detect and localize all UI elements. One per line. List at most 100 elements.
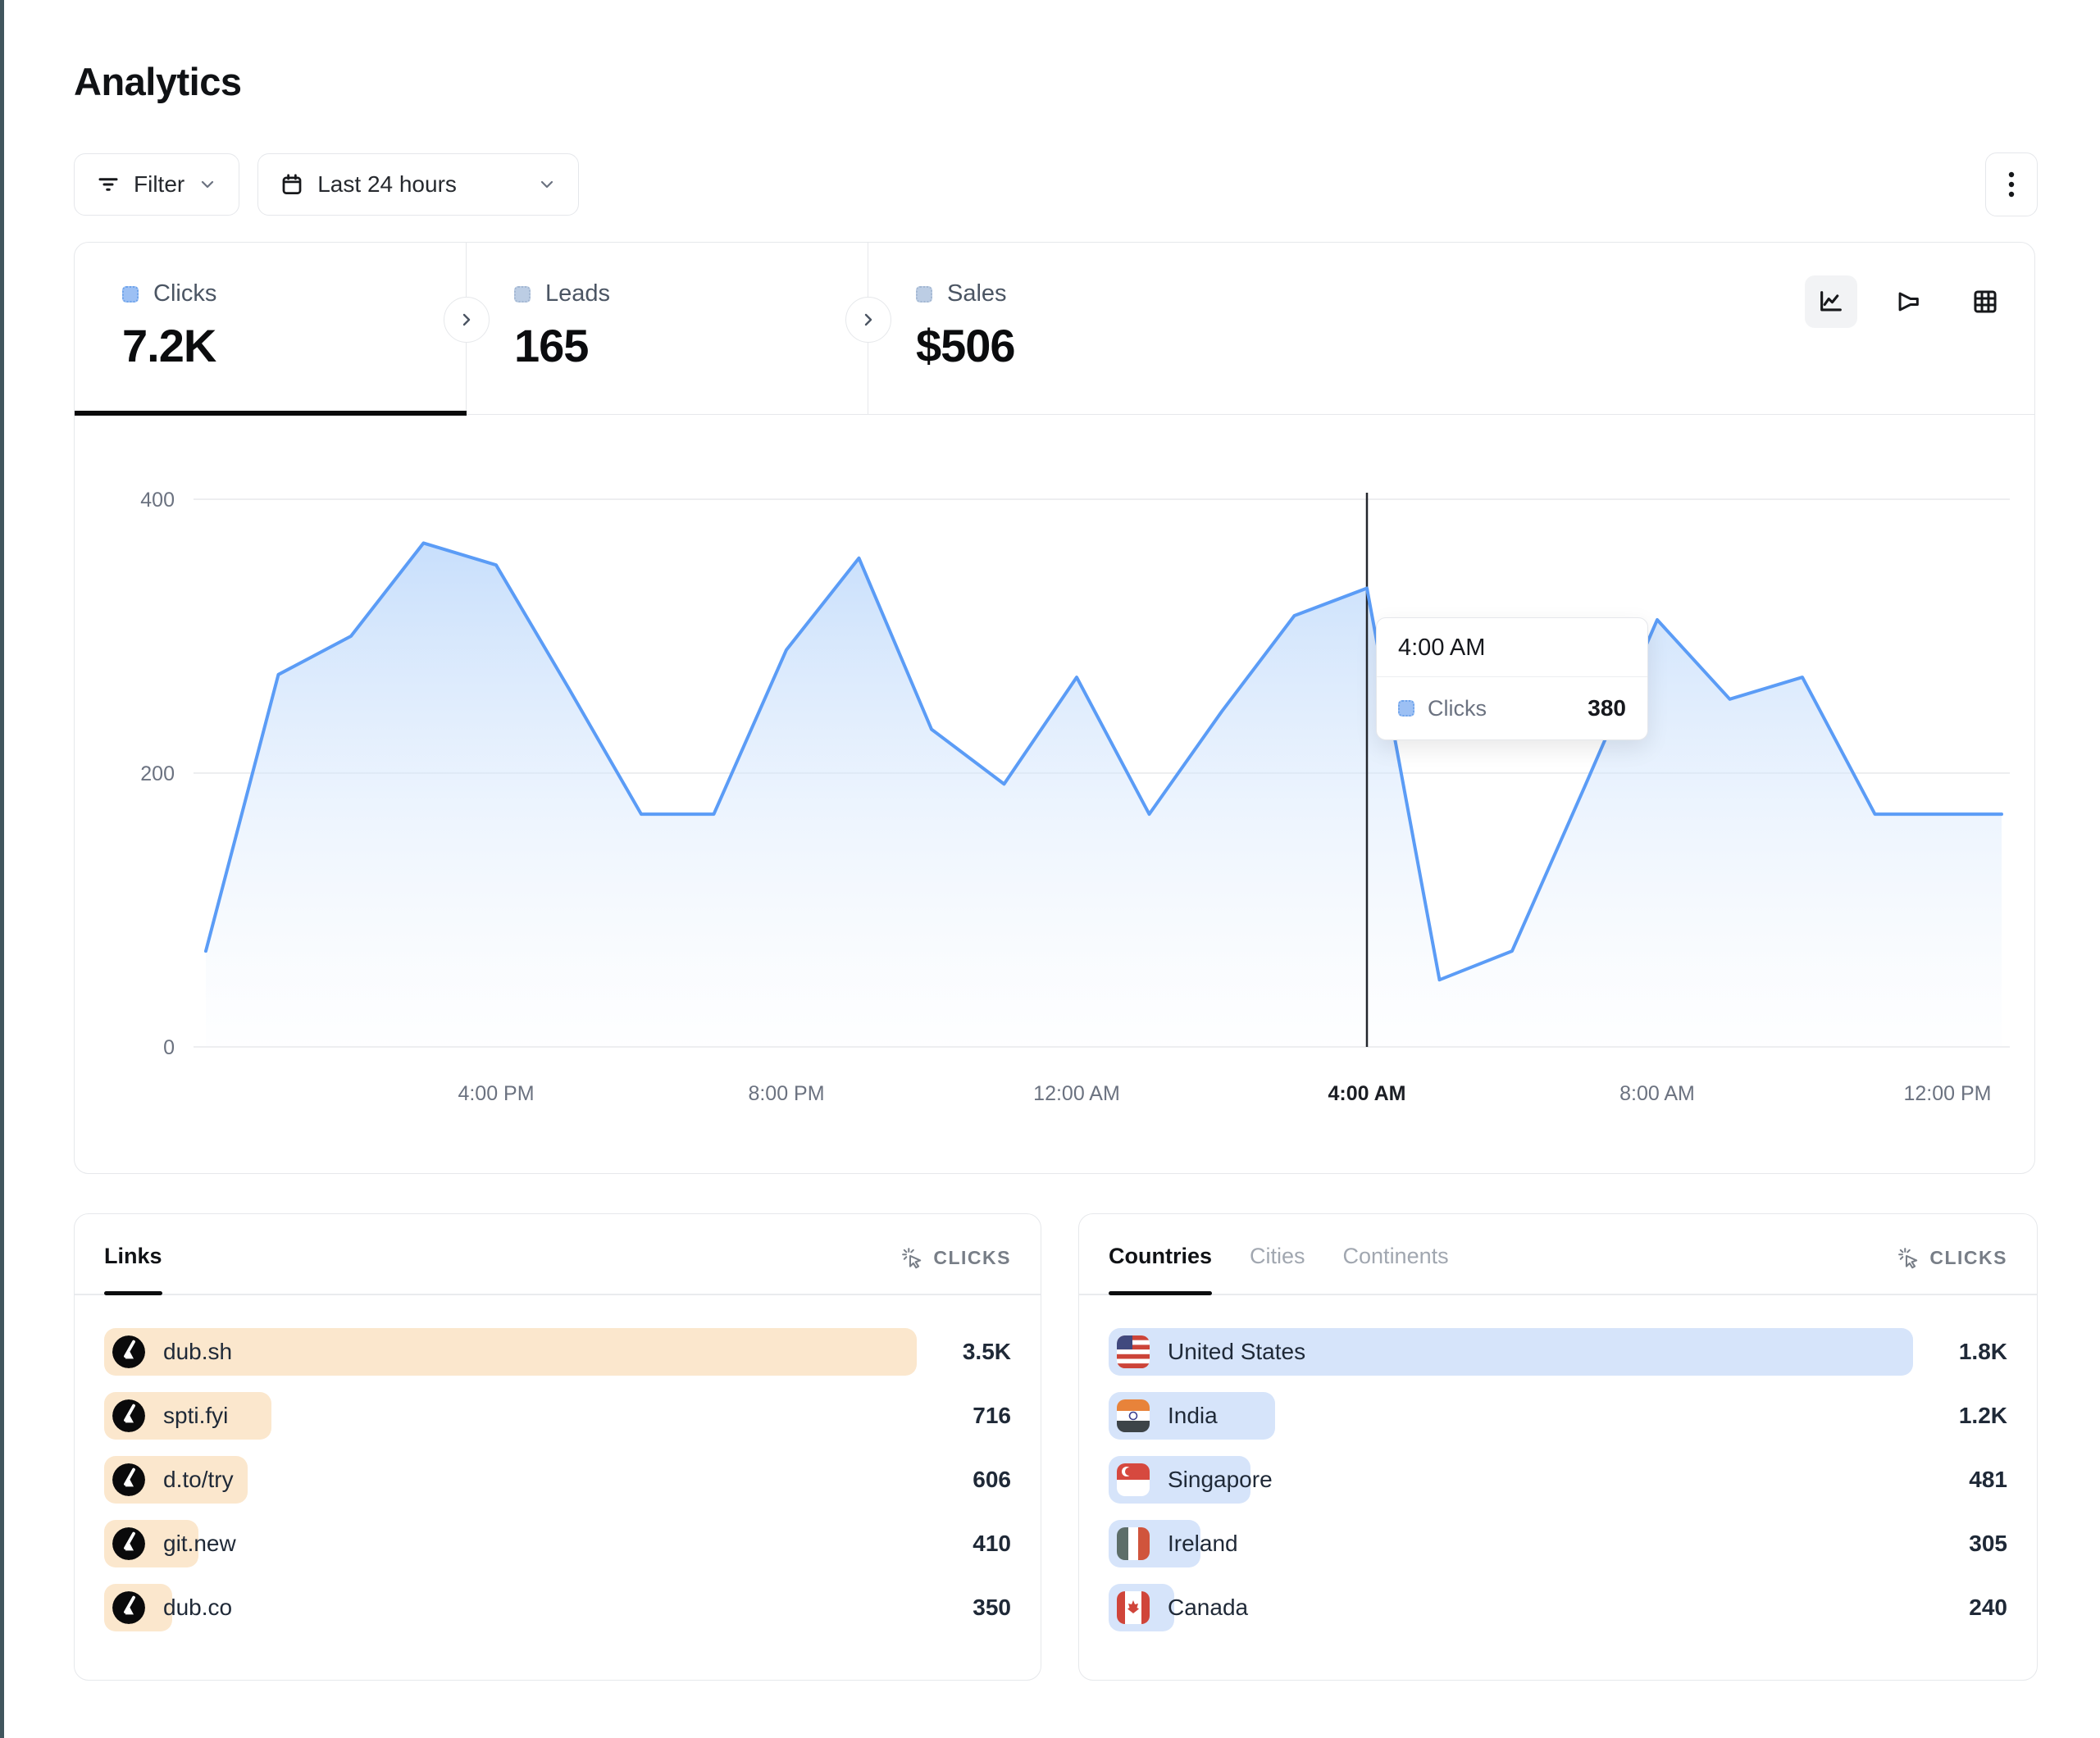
leads-legend-swatch [514, 286, 531, 303]
country-row[interactable]: United States 1.8K [1109, 1328, 2007, 1376]
bar-track: dub.sh [104, 1328, 917, 1376]
row-value: 305 [1913, 1531, 2007, 1557]
clicks-area-chart[interactable]: 02004004:00 PM8:00 PM12:00 AM4:00 AM8:00… [75, 415, 2034, 1173]
stats-row: Clicks 7.2K Leads 165 Sales $506 [75, 243, 2034, 415]
link-row[interactable]: git.new 410 [104, 1520, 1011, 1567]
funnel-icon [1894, 288, 1922, 316]
more-options-button[interactable] [1985, 152, 2038, 216]
dub-logo-icon [112, 1399, 145, 1432]
stat-tab-leads[interactable]: Leads 165 [467, 243, 868, 415]
ca-flag-icon [1117, 1591, 1150, 1624]
tab-cities[interactable]: Cities [1250, 1244, 1305, 1294]
row-label: dub.co [163, 1595, 232, 1621]
analytics-card: Clicks 7.2K Leads 165 Sales $506 [74, 242, 2035, 1174]
geo-metric-header[interactable]: CLICKS [1897, 1244, 2007, 1269]
tooltip-time: 4:00 AM [1377, 618, 1647, 677]
chart-canvas[interactable]: 02004004:00 PM8:00 PM12:00 AM4:00 AM8:00… [75, 415, 2034, 1173]
row-value: 1.2K [1913, 1403, 2007, 1429]
chevron-right-icon [457, 310, 476, 330]
y-axis-tick-label: 400 [140, 489, 175, 512]
tooltip-series-label: Clicks [1428, 696, 1487, 721]
metric-label: CLICKS [933, 1247, 1011, 1269]
country-row[interactable]: Ireland 305 [1109, 1520, 2007, 1567]
analytics-page: Analytics Filter Last 24 hours [74, 0, 2038, 1738]
clicks-area-fill [206, 543, 2002, 1047]
row-label: dub.sh [163, 1339, 232, 1365]
bar-track: dub.co [104, 1584, 917, 1631]
links-list: dub.sh 3.5K spti.fyi 716 d.to/try 606 git.new 4… [75, 1295, 1041, 1631]
row-label: India [1168, 1403, 1218, 1429]
table-view-toggle[interactable] [1959, 275, 2011, 328]
x-axis-tick-label: 12:00 AM [1033, 1082, 1120, 1105]
metric-label: CLICKS [1929, 1247, 2007, 1269]
sales-legend-swatch [916, 286, 932, 303]
ie-flag-icon [1117, 1527, 1150, 1560]
link-row[interactable]: dub.sh 3.5K [104, 1328, 1011, 1376]
links-metric-header[interactable]: CLICKS [901, 1244, 1011, 1269]
link-row[interactable]: d.to/try 606 [104, 1456, 1011, 1504]
bar-track: Ireland [1109, 1520, 1913, 1567]
row-label: Ireland [1168, 1531, 1238, 1557]
row-value: 350 [917, 1595, 1011, 1621]
row-value: 1.8K [1913, 1339, 2007, 1365]
active-stat-underline [75, 411, 467, 416]
dub-logo-icon [112, 1463, 145, 1496]
kebab-menu-icon [2001, 171, 2022, 198]
bar-track: spti.fyi [104, 1392, 917, 1440]
funnel-chart-toggle[interactable] [1882, 275, 1934, 328]
row-value: 3.5K [917, 1339, 1011, 1365]
chart-type-toggles [1805, 275, 2011, 328]
x-axis-tick-label: 8:00 PM [748, 1082, 824, 1105]
bar-track: India [1109, 1392, 1913, 1440]
bar-track: United States [1109, 1328, 1913, 1376]
row-label: spti.fyi [163, 1403, 228, 1429]
tab-countries[interactable]: Countries [1109, 1244, 1212, 1294]
link-row[interactable]: dub.co 350 [104, 1584, 1011, 1631]
line-chart-toggle[interactable] [1805, 275, 1857, 328]
links-panel: Links CLICKS dub.sh 3.5K spti.fyi 716 d.to/t… [74, 1213, 1041, 1681]
x-axis-tick-label: 12:00 PM [1903, 1082, 1991, 1105]
row-value: 410 [917, 1531, 1011, 1557]
dub-logo-icon [112, 1335, 145, 1368]
x-axis-tick-label: 4:00 AM [1328, 1082, 1406, 1105]
stat-tab-sales[interactable]: Sales $506 [868, 243, 1278, 415]
row-value: 240 [1913, 1595, 2007, 1621]
chevron-down-icon [537, 175, 557, 194]
link-row[interactable]: spti.fyi 716 [104, 1392, 1011, 1440]
expand-leads-button[interactable] [845, 297, 891, 343]
row-value: 606 [917, 1467, 1011, 1493]
row-label: Singapore [1168, 1467, 1273, 1493]
country-row[interactable]: India 1.2K [1109, 1392, 2007, 1440]
expand-clicks-button[interactable] [444, 297, 490, 343]
bar-track: Singapore [1109, 1456, 1913, 1504]
cursor-click-icon [901, 1247, 923, 1269]
cursor-click-icon [1897, 1247, 1920, 1269]
geo-list: United States 1.8K India 1.2K Singapore481 Ir… [1079, 1295, 2037, 1631]
stat-label: Sales [947, 280, 1007, 307]
chevron-down-icon [198, 175, 217, 194]
tab-continents[interactable]: Continents [1343, 1244, 1449, 1294]
bar-track: git.new [104, 1520, 917, 1567]
stat-value: $506 [916, 319, 1278, 372]
sg-flag-icon [1117, 1463, 1150, 1496]
tooltip-value: 380 [1588, 695, 1626, 721]
country-row[interactable]: Singapore481 [1109, 1456, 2007, 1504]
row-value: 716 [917, 1403, 1011, 1429]
bar-track: d.to/try [104, 1456, 917, 1504]
calendar-icon [280, 172, 304, 197]
chevron-right-icon [859, 310, 878, 330]
y-axis-tick-label: 200 [140, 762, 175, 785]
clicks-legend-swatch [122, 286, 139, 303]
stat-value: 7.2K [122, 319, 466, 372]
row-label: United States [1168, 1339, 1305, 1365]
date-range-button[interactable]: Last 24 hours [257, 153, 579, 216]
bar-track: Canada [1109, 1584, 1913, 1631]
filter-button[interactable]: Filter [74, 153, 239, 216]
x-axis-tick-label: 4:00 PM [458, 1082, 534, 1105]
row-label: d.to/try [163, 1467, 234, 1493]
row-label: git.new [163, 1531, 236, 1557]
dub-logo-icon [112, 1591, 145, 1624]
tab-links[interactable]: Links [104, 1244, 162, 1294]
country-row[interactable]: Canada240 [1109, 1584, 2007, 1631]
stat-tab-clicks[interactable]: Clicks 7.2K [75, 243, 467, 415]
